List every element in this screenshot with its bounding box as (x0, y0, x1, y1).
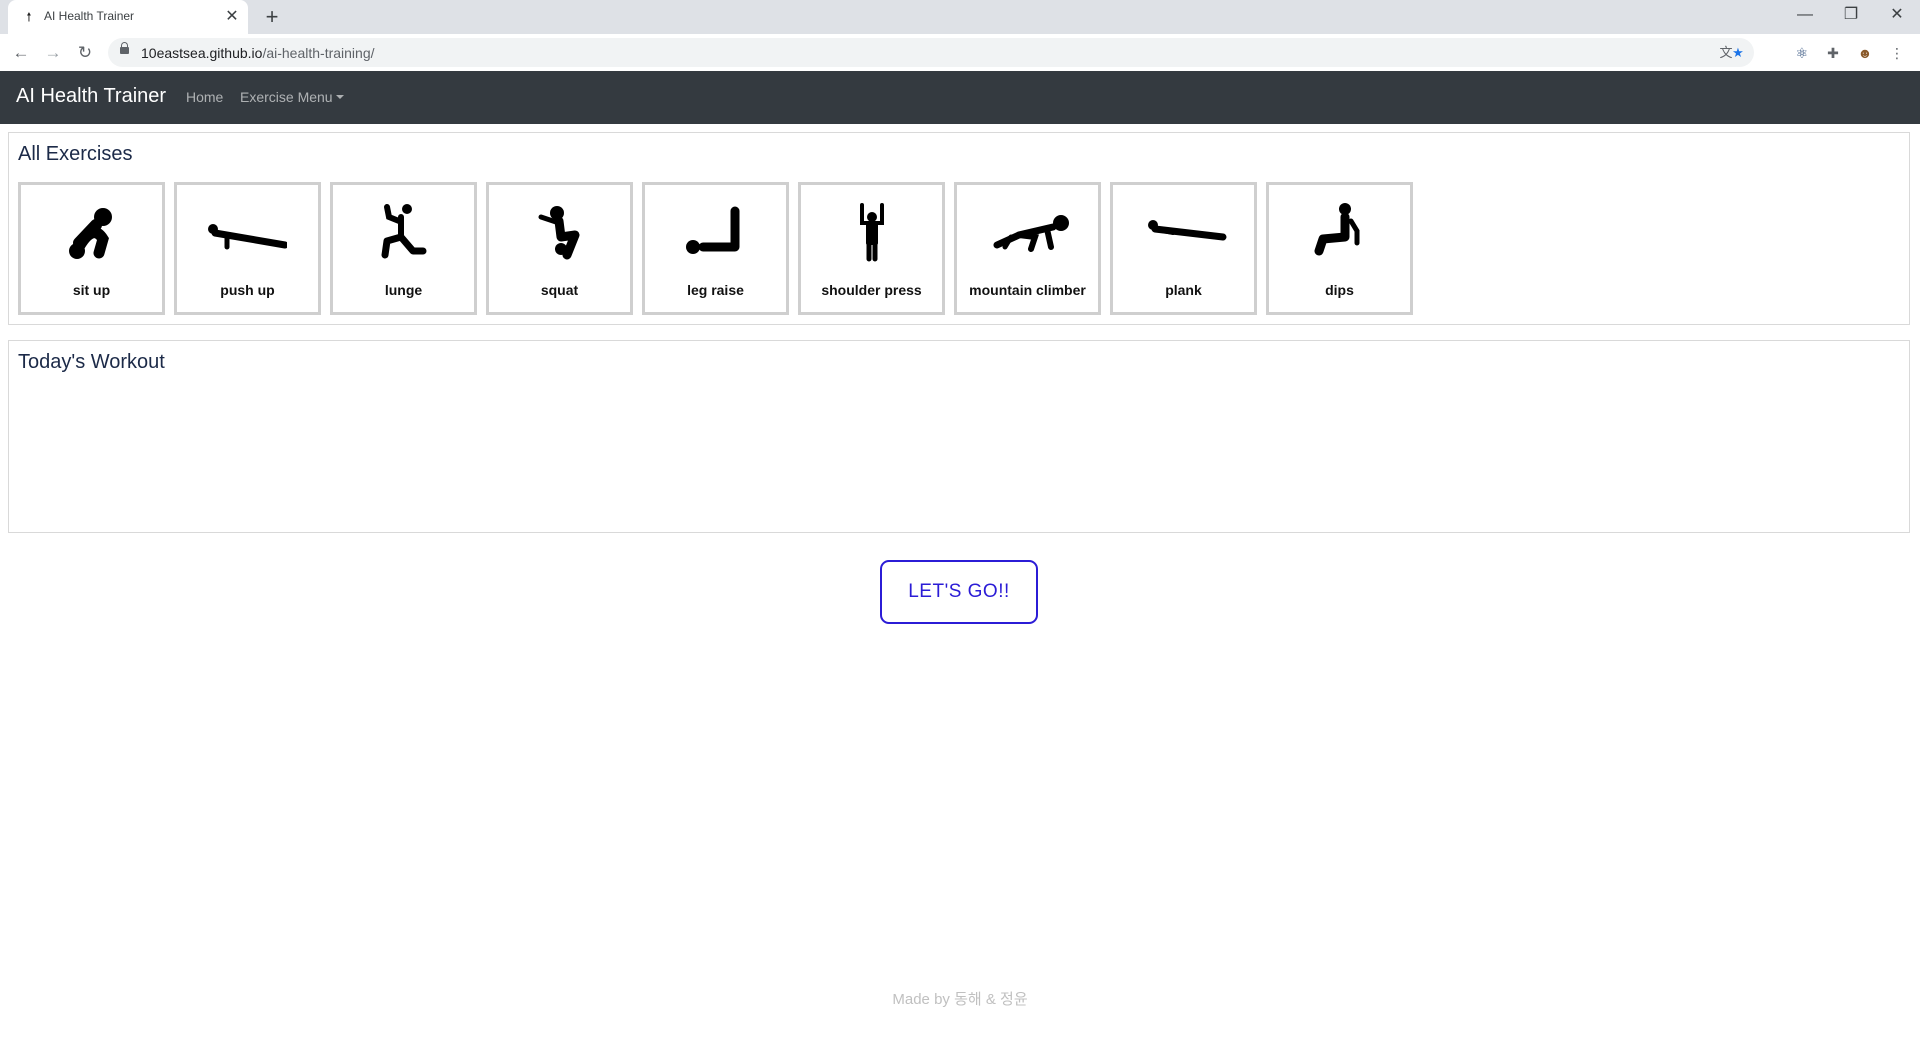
leg-raise-icon (686, 206, 740, 254)
push-up-icon (208, 224, 287, 250)
exercise-card-shoulder-press[interactable]: shoulder press (798, 182, 945, 315)
exercise-label: lunge (384, 282, 423, 298)
chrome-menu-icon[interactable]: ⋮ (1886, 42, 1908, 64)
all-exercises-title: All Exercises (18, 143, 133, 165)
exercise-card-leg-raise[interactable]: leg raise (642, 182, 789, 315)
close-window-button[interactable]: ✕ (1874, 0, 1920, 30)
extensions-puzzle-icon[interactable]: ✚ (1822, 42, 1844, 64)
exercise-card-lunge[interactable]: lunge (330, 182, 477, 315)
exercise-label: sit up (72, 282, 111, 298)
tab-title: AI Health Trainer (44, 9, 135, 23)
minimize-window-button[interactable]: — (1782, 0, 1828, 30)
exercise-label: push up (220, 282, 275, 298)
reload-icon[interactable]: ↻ (72, 40, 98, 66)
exercise-card-push-up[interactable]: push up (174, 182, 321, 315)
favicon-icon: 🠕 (26, 10, 32, 24)
all-exercises-panel: All Exercises sit up push up lunge squat… (8, 132, 1910, 325)
address-bar[interactable]: 10eastsea.github.io/ai-health-training/ … (108, 38, 1754, 67)
exercise-label: mountain climber (969, 282, 1086, 298)
forward-arrow-icon[interactable]: → (40, 40, 66, 66)
lock-icon (120, 42, 129, 54)
exercise-menu-label: Exercise Menu (240, 89, 333, 105)
close-tab-icon[interactable]: ✕ (222, 7, 242, 27)
exercise-label: squat (540, 282, 579, 298)
navbar-brand[interactable]: AI Health Trainer (16, 85, 166, 108)
browser-toolbar: ← → ↻ 10eastsea.github.io/ai-health-trai… (0, 34, 1920, 72)
exercise-card-squat[interactable]: squat (486, 182, 633, 315)
plank-icon (1148, 220, 1227, 241)
browser-tabstrip: 🠕 AI Health Trainer ✕ + — ❐ ✕ (0, 0, 1920, 34)
footer-credit: Made by 동해 & 정윤 (892, 991, 1028, 1008)
caret-down-icon (335, 95, 344, 99)
exercise-label: leg raise (687, 282, 744, 298)
lets-go-button[interactable]: LET'S GO!! (880, 560, 1038, 624)
exercise-label: plank (1165, 282, 1202, 298)
shoulder-press-icon (860, 203, 884, 262)
sit-up-icon (69, 208, 112, 259)
exercise-card-sit-up[interactable]: sit up (18, 182, 165, 315)
back-arrow-icon[interactable]: ← (8, 40, 34, 66)
nav-home-link[interactable]: Home (186, 89, 223, 105)
new-tab-button[interactable]: + (260, 5, 284, 29)
exercise-card-plank[interactable]: plank (1110, 182, 1257, 315)
nav-exercise-menu-dropdown[interactable]: Exercise Menu (240, 89, 344, 105)
todays-workout-panel: Today's Workout (8, 340, 1910, 533)
mountain-climber-icon (993, 215, 1069, 252)
browser-tab[interactable]: 🠕 AI Health Trainer ✕ (8, 0, 248, 34)
exercise-card-dips[interactable]: dips (1266, 182, 1413, 315)
lunge-icon (381, 204, 427, 259)
exercise-card-mountain-climber[interactable]: mountain climber (954, 182, 1101, 315)
site-navbar: AI Health Trainer Home Exercise Menu (0, 71, 1920, 124)
react-devtools-icon[interactable]: ⚛ (1791, 42, 1813, 64)
todays-workout-title: Today's Workout (18, 351, 165, 373)
profile-avatar-icon[interactable]: ☻ (1854, 42, 1876, 64)
exercise-label: shoulder press (821, 282, 922, 298)
exercise-label: dips (1325, 282, 1354, 298)
workout-drop-zone[interactable] (18, 385, 1900, 522)
restore-window-button[interactable]: ❐ (1828, 0, 1874, 30)
url-text: 10eastsea.github.io/ai-health-training/ (141, 45, 375, 61)
dips-icon (1314, 203, 1360, 256)
squat-icon (538, 206, 580, 260)
bookmark-star-icon[interactable]: ★ (1728, 43, 1748, 63)
